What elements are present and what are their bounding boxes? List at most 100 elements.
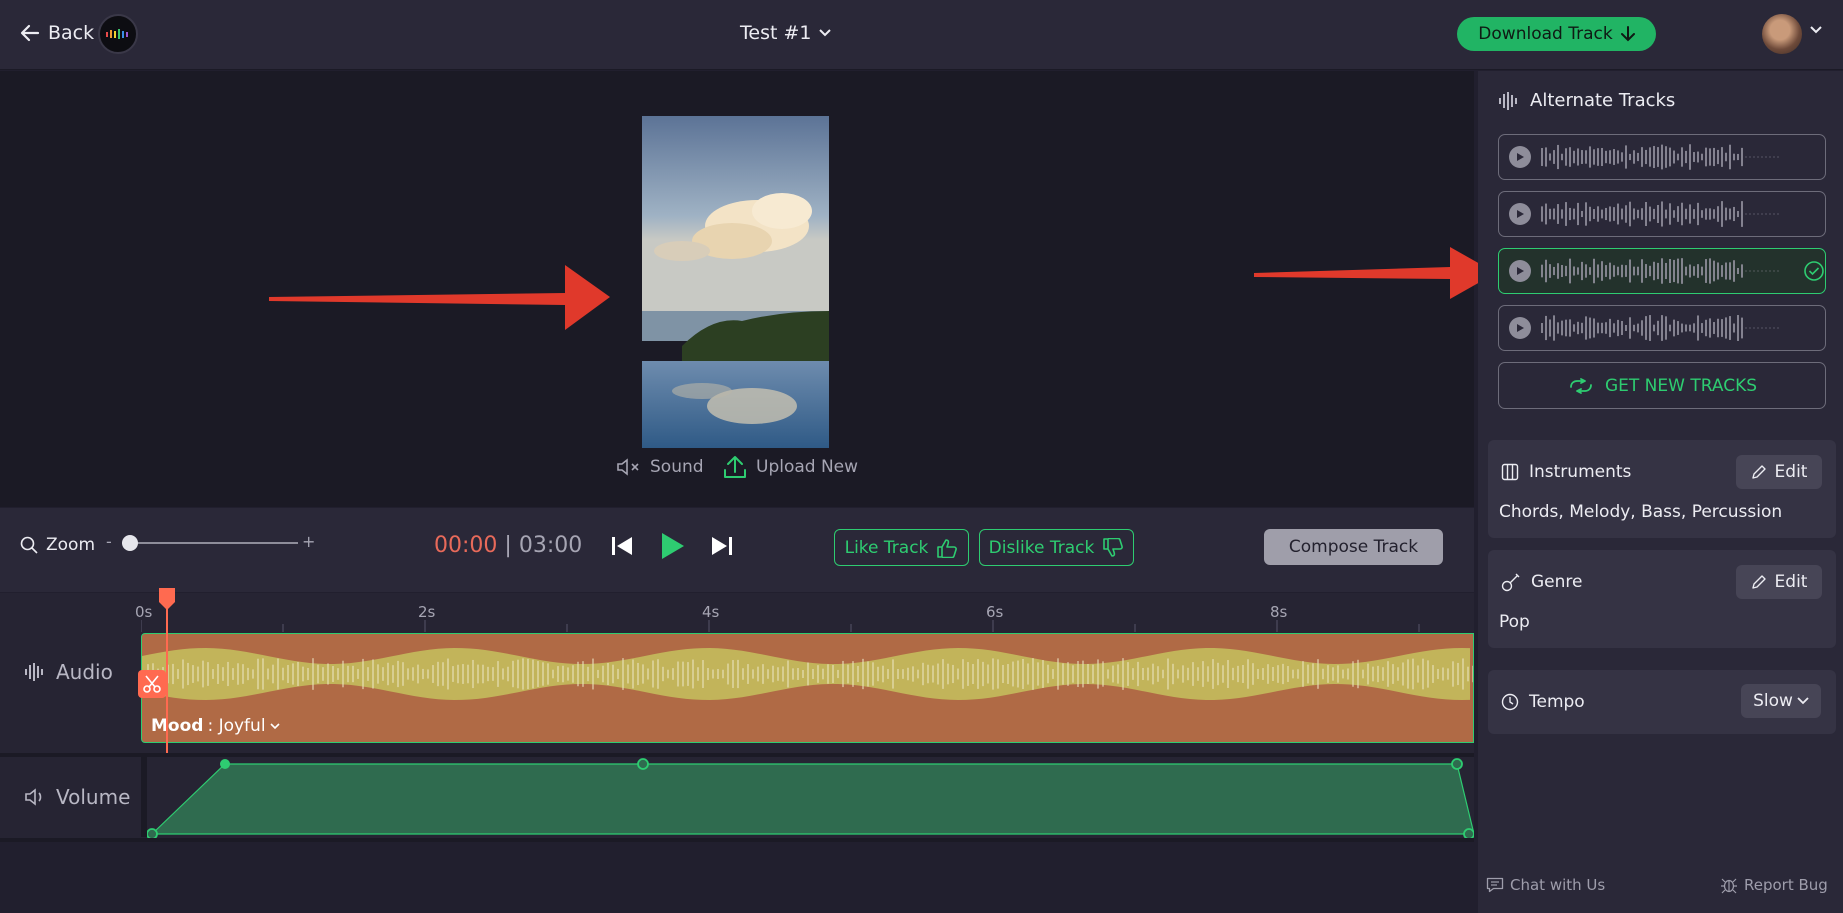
split-clip-button[interactable] [138, 670, 166, 698]
chevron-down-icon [1797, 697, 1809, 705]
total-time: 03:00 [518, 533, 583, 558]
edit-label: Edit [1774, 462, 1808, 482]
clock-icon [1501, 693, 1519, 711]
edit-instruments-button[interactable]: Edit [1736, 455, 1822, 489]
zoom-slider-track[interactable] [122, 542, 298, 544]
download-track-button[interactable]: Download Track [1457, 17, 1656, 51]
waveform-icon [25, 663, 43, 681]
alternate-track-item[interactable] [1498, 134, 1826, 180]
alternate-track-item[interactable] [1498, 305, 1826, 351]
track-waveform [1541, 144, 1779, 170]
play-icon[interactable] [1509, 146, 1531, 168]
tempo-title: Tempo [1529, 692, 1585, 712]
pencil-icon [1751, 465, 1766, 479]
upload-icon [724, 456, 746, 478]
annotation-arrow-icon [269, 265, 610, 330]
ruler-tick-label: 4s [702, 603, 720, 621]
arrow-left-icon [20, 24, 40, 42]
genre-title: Genre [1531, 572, 1583, 592]
back-button[interactable]: Back [20, 22, 94, 44]
bug-label: Report Bug [1744, 876, 1828, 894]
tempo-select[interactable]: Slow [1741, 684, 1821, 718]
playhead-line[interactable] [166, 595, 168, 757]
track-divider [0, 838, 1474, 842]
download-track-label: Download Track [1478, 24, 1613, 44]
scissors-icon [143, 675, 161, 693]
volume-envelope[interactable] [147, 757, 1474, 839]
speaker-muted-icon [617, 458, 639, 476]
bug-icon [1721, 878, 1737, 894]
ruler-tick-label: 6s [986, 603, 1004, 621]
track-waveform [1541, 258, 1779, 284]
play-icon[interactable] [1509, 260, 1531, 282]
genre-value: Pop [1499, 612, 1530, 632]
sound-label: Sound [650, 457, 704, 477]
zoom-in-button[interactable]: + [302, 532, 315, 551]
skip-forward-icon[interactable] [710, 535, 734, 557]
time-separator: | [504, 533, 512, 558]
arrow-down-icon [1620, 26, 1635, 42]
compose-track-button[interactable]: Compose Track [1264, 529, 1443, 565]
project-title: Test #1 [740, 22, 812, 44]
mood-value: : Joyful [207, 716, 266, 736]
logo-bars-icon [106, 29, 128, 39]
video-preview[interactable] [642, 116, 829, 448]
audio-track-label: Audio [24, 660, 113, 684]
current-time: 00:00 [434, 533, 498, 558]
refresh-icon [1570, 377, 1592, 394]
ruler-tick-label: 0s [135, 603, 153, 621]
volume-keyframe[interactable] [220, 759, 230, 769]
track-waveform [1541, 315, 1779, 341]
play-icon[interactable] [660, 531, 686, 561]
alternate-track-item-selected[interactable] [1498, 248, 1826, 294]
ruler-tick-label: 2s [418, 603, 436, 621]
volume-label-text: Volume [56, 785, 131, 809]
zoom-out-button[interactable]: - [106, 532, 112, 551]
playhead-handle[interactable] [159, 588, 175, 610]
mood-dropdown[interactable]: Mood: Joyful [151, 716, 280, 736]
thumbs-down-icon [1103, 537, 1124, 557]
chat-with-us-link[interactable]: Chat with Us [1486, 876, 1605, 894]
upload-new-button[interactable]: Upload New [722, 454, 858, 480]
instruments-header: Instruments [1501, 462, 1631, 482]
project-title-dropdown[interactable]: Test #1 [740, 22, 832, 44]
get-new-tracks-button[interactable]: GET NEW TRACKS [1498, 362, 1826, 409]
guitar-icon [1501, 573, 1520, 592]
edit-genre-button[interactable]: Edit [1736, 565, 1822, 599]
volume-keyframe[interactable] [1451, 758, 1463, 770]
sound-toggle-button[interactable]: Sound [616, 457, 704, 477]
volume-track-label: Volume [24, 785, 130, 809]
chevron-down-icon[interactable] [1810, 26, 1822, 34]
tempo-value: Slow [1753, 691, 1793, 711]
edit-label: Edit [1774, 572, 1808, 592]
report-bug-link[interactable]: Report Bug [1720, 876, 1828, 894]
play-icon[interactable] [1509, 203, 1531, 225]
like-track-label: Like Track [844, 537, 929, 558]
play-icon[interactable] [1509, 317, 1531, 339]
ruler-tick-label: 8s [1270, 603, 1288, 621]
skip-back-icon[interactable] [610, 535, 634, 557]
genre-header: Genre [1501, 572, 1582, 592]
pencil-icon [1751, 575, 1766, 589]
dislike-track-label: Dislike Track [988, 537, 1095, 558]
chat-label: Chat with Us [1510, 876, 1606, 894]
piano-icon [1501, 463, 1519, 481]
speaker-icon [25, 788, 42, 806]
zoom-text: Zoom [46, 535, 96, 555]
dislike-track-button[interactable]: Dislike Track [979, 529, 1134, 566]
app-logo[interactable] [98, 14, 138, 54]
chevron-down-icon [819, 29, 832, 37]
volume-keyframe[interactable] [637, 758, 649, 770]
playback-control-bar [0, 508, 1474, 592]
alternate-track-item[interactable] [1498, 191, 1826, 237]
thumbs-up-icon [937, 538, 958, 558]
user-avatar[interactable] [1762, 14, 1802, 54]
time-readout: 00:00 | 03:00 [434, 533, 582, 558]
audio-track-clip[interactable] [141, 633, 1474, 743]
zoom-label: Zoom [20, 535, 95, 555]
track-waveform [1541, 201, 1779, 227]
chat-icon [1486, 877, 1504, 893]
zoom-slider-handle[interactable] [122, 535, 138, 551]
like-track-button[interactable]: Like Track [834, 529, 969, 566]
audio-waveform [142, 648, 1473, 700]
